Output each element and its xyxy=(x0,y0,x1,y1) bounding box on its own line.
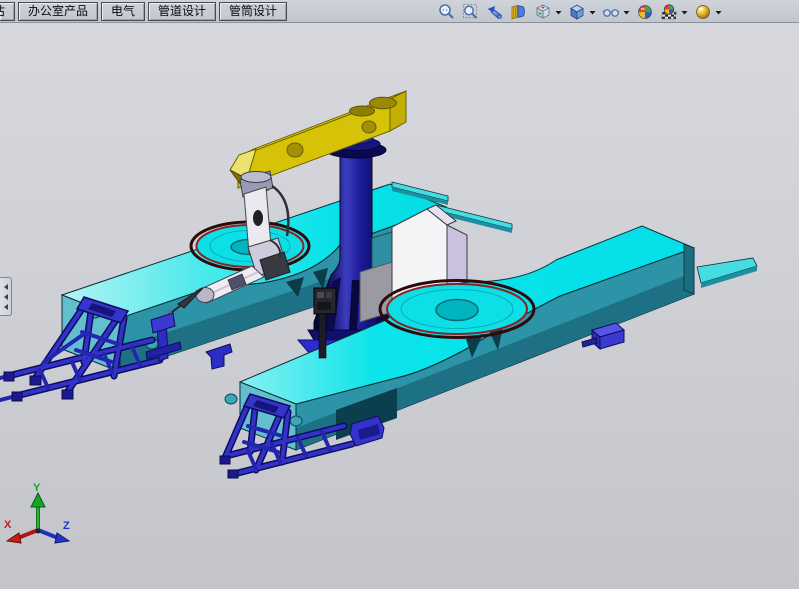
dropdown-arrow-icon[interactable] xyxy=(623,3,630,21)
triad-x-label: X xyxy=(4,519,12,531)
expand-arrow-icon xyxy=(4,304,8,310)
display-style-icon[interactable] xyxy=(568,3,586,21)
expand-arrow-icon xyxy=(4,284,8,290)
viewport-3d-scene[interactable]: X Y Z xyxy=(0,0,799,589)
orientation-triad: X Y Z xyxy=(4,482,70,543)
feature-tree-expander-button[interactable] xyxy=(0,277,12,316)
dropdown-arrow-icon[interactable] xyxy=(715,3,722,21)
tab-office-products[interactable]: 办公室产品 xyxy=(18,2,98,21)
section-view-icon[interactable] xyxy=(510,3,528,21)
tab-electrical[interactable]: 电气 xyxy=(101,2,145,21)
edit-appearance-icon[interactable] xyxy=(636,3,654,21)
zoom-to-area-icon[interactable] xyxy=(462,3,480,21)
previous-view-icon[interactable] xyxy=(486,3,504,21)
dropdown-arrow-icon[interactable] xyxy=(681,3,688,21)
dropdown-arrow-icon[interactable] xyxy=(589,3,596,21)
apply-scene-icon[interactable] xyxy=(660,3,678,21)
trunnion-pad xyxy=(290,416,302,426)
command-tabs: 估 办公室产品 电气 管道设计 管筒设计 xyxy=(0,0,287,22)
trunnion-pad xyxy=(225,394,237,404)
command-manager-toolbar: 估 办公室产品 电气 管道设计 管筒设计 xyxy=(0,0,799,23)
zoom-to-fit-icon[interactable] xyxy=(438,3,456,21)
expand-arrow-icon xyxy=(4,294,8,300)
view-orientation-icon[interactable] xyxy=(534,3,552,21)
beam-bracket[interactable] xyxy=(206,344,232,369)
hide-show-items-icon[interactable] xyxy=(602,3,620,21)
triad-y-label: Y xyxy=(33,482,41,494)
right-turntable-ring[interactable] xyxy=(380,281,534,338)
heads-up-view-toolbar xyxy=(438,2,722,21)
dropdown-arrow-icon[interactable] xyxy=(555,3,562,21)
view-settings-icon[interactable] xyxy=(694,3,712,21)
cad-application-window: { "window": {"width": 799, "height": 589… xyxy=(0,0,799,589)
tab-evaluate-partial[interactable]: 估 xyxy=(0,2,15,21)
tab-tubing-design[interactable]: 管筒设计 xyxy=(219,2,287,21)
triad-z-label: Z xyxy=(63,520,70,532)
tab-piping-design[interactable]: 管道设计 xyxy=(148,2,216,21)
